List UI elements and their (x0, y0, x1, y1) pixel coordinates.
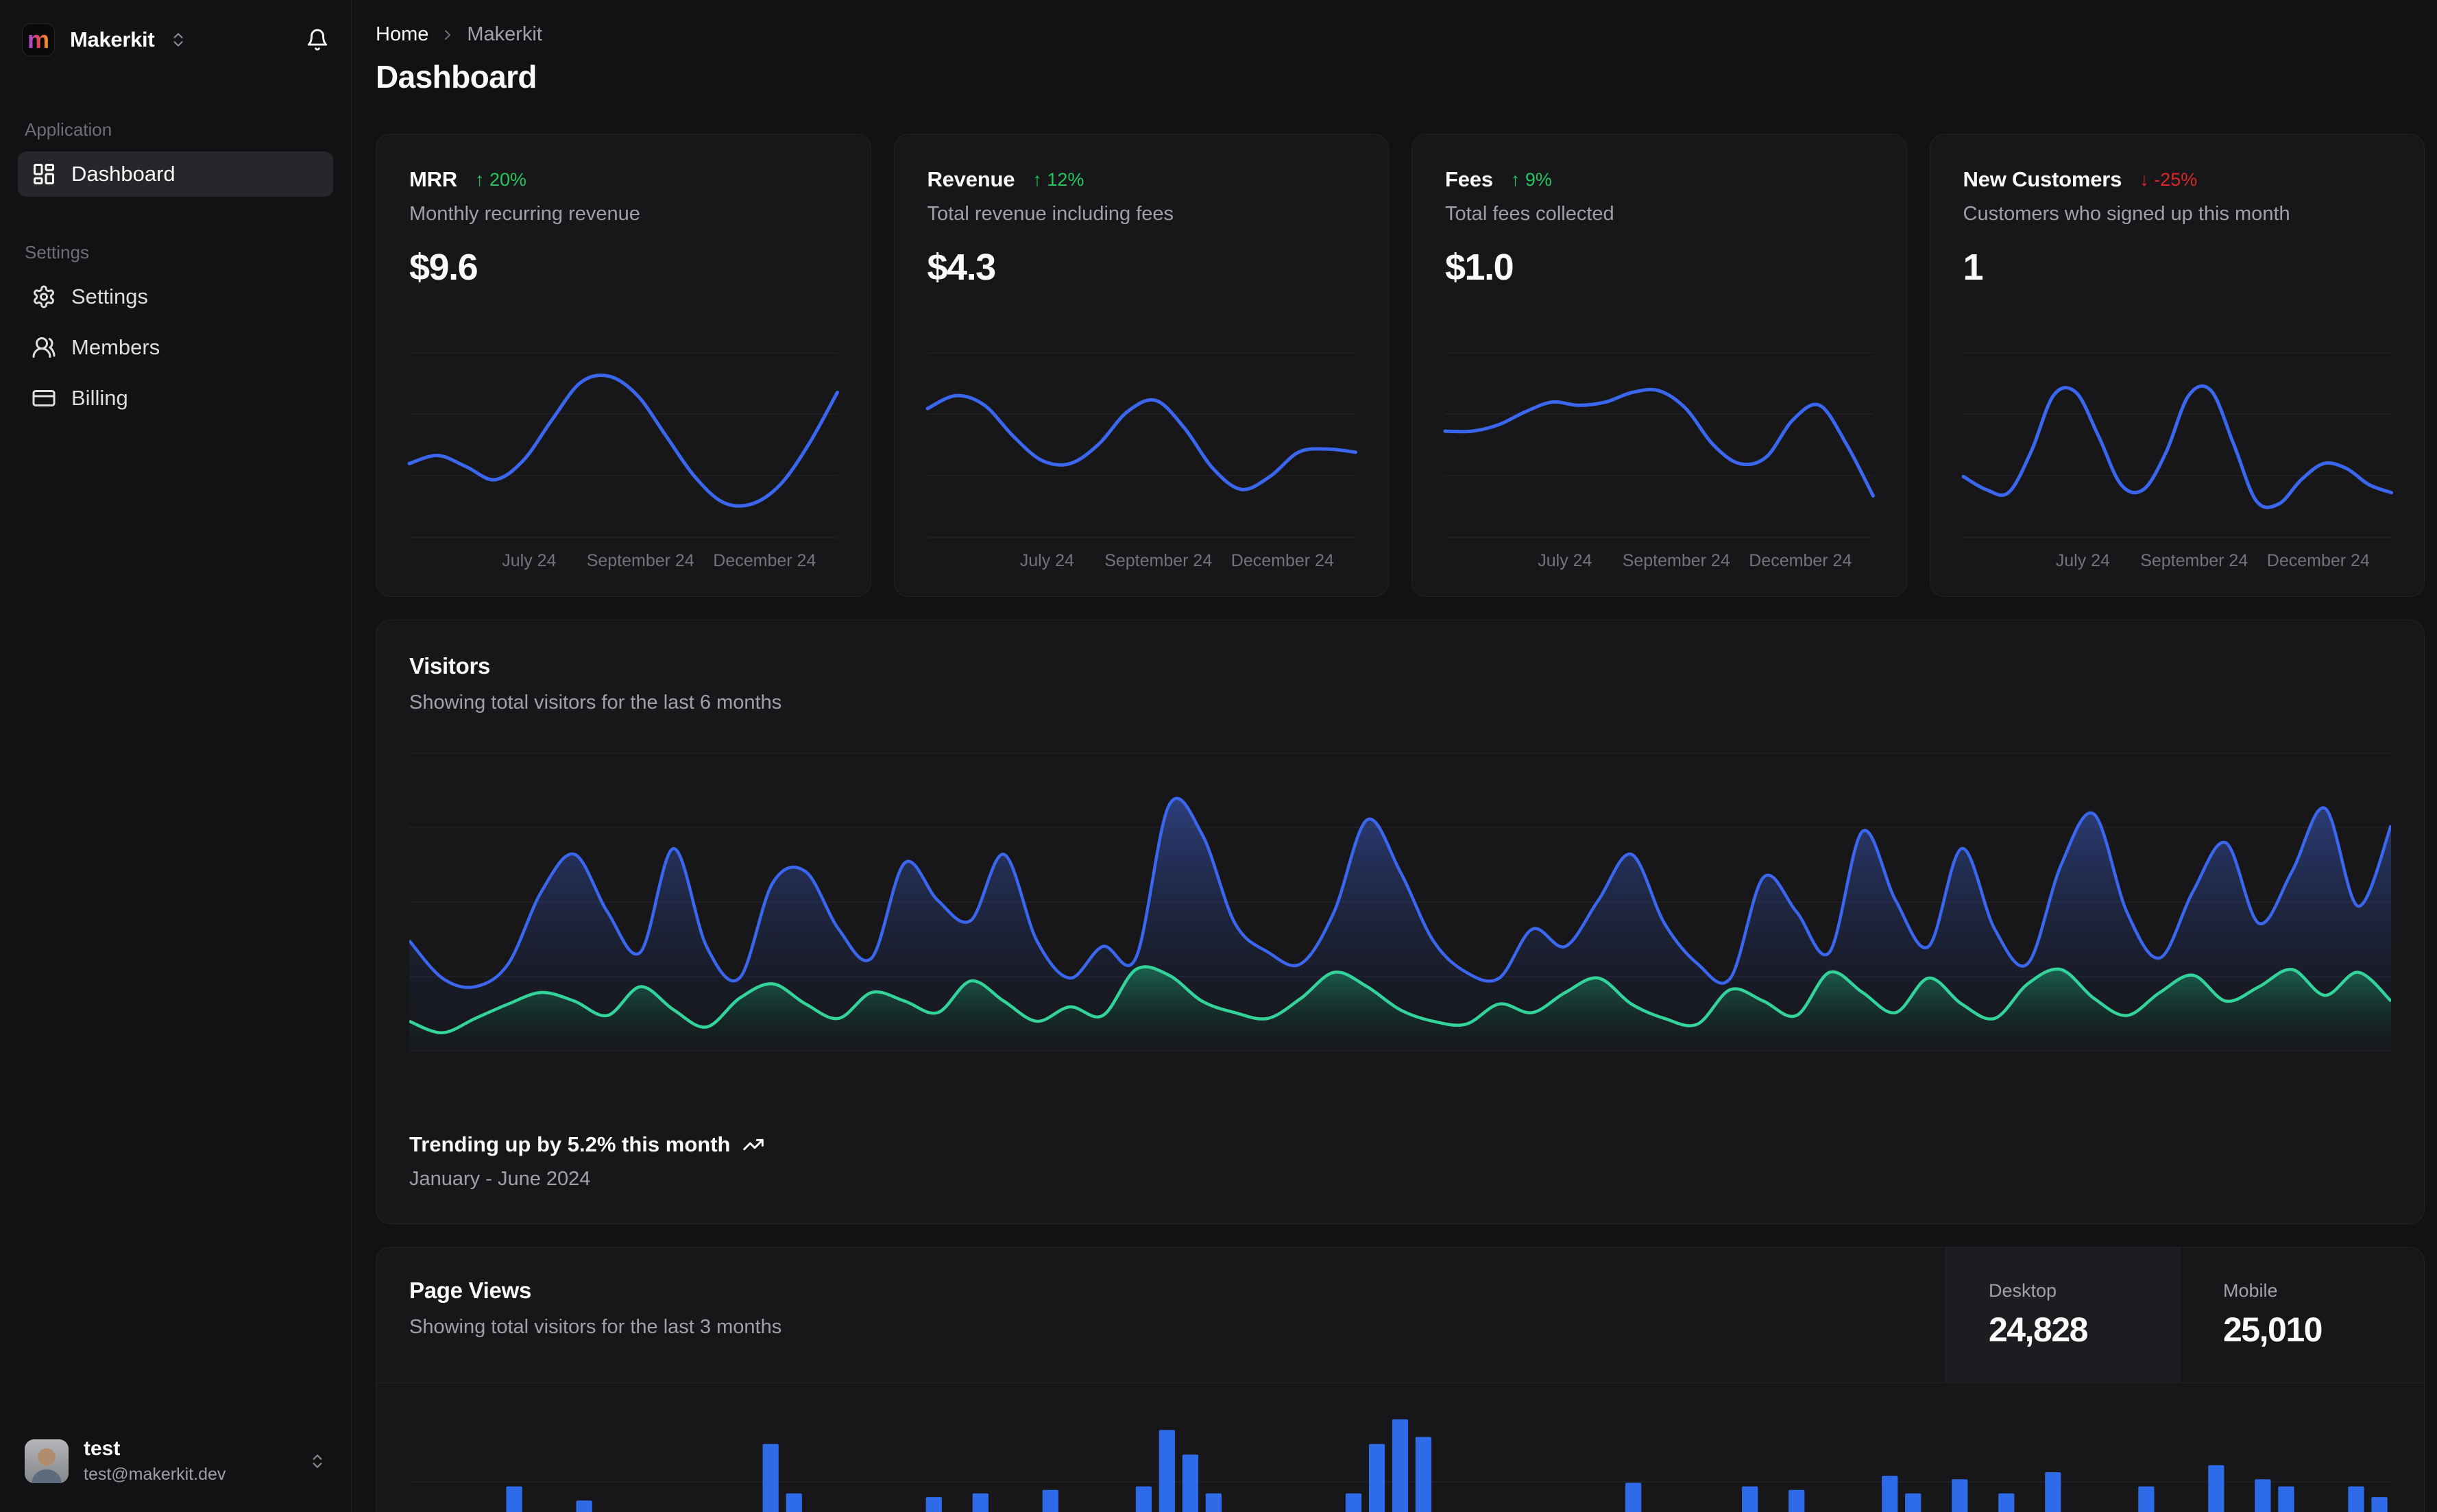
page-views-title: Page Views (409, 1278, 532, 1303)
card-description: Total fees collected (1445, 203, 1614, 225)
x-tick: December 24 (2266, 551, 2370, 570)
stat-card-fees: Fees ↑ 9% Total fees collected $1.0 July… (1411, 134, 1907, 597)
card-description: Customers who signed up this month (1963, 203, 2290, 225)
card-description: Total revenue including fees (927, 203, 1174, 225)
breadcrumb: Home Makerkit (376, 23, 2425, 46)
logo-letter: m (27, 25, 49, 53)
card-title: MRR (409, 167, 457, 191)
notifications-button[interactable] (306, 28, 329, 51)
card-title: Revenue (927, 167, 1015, 191)
trending-up-icon (743, 1138, 764, 1151)
x-tick: July 24 (502, 551, 557, 570)
visitors-area-chart (409, 753, 2391, 1051)
stat-card-new-customers: New Customers ↓ -25% Customers who signe… (1929, 134, 2425, 597)
gear-icon (33, 285, 55, 308)
breadcrumb-home[interactable]: Home (376, 23, 428, 46)
x-tick: December 24 (1749, 551, 1852, 570)
sidebar-section-settings: Settings (25, 242, 89, 263)
visitors-trend-text: Trending up by 5.2% this month (409, 1132, 731, 1156)
x-axis-labels: July 24 September 24 December 24 (1445, 551, 1874, 573)
card-value: $9.6 (409, 247, 478, 288)
x-tick: September 24 (1104, 551, 1213, 570)
x-tick: July 24 (1019, 551, 1074, 570)
x-axis-labels: July 24 September 24 December 24 (409, 551, 838, 573)
sidebar-item-label: Billing (71, 386, 128, 410)
sidebar-nav-settings: Settings Members Billing (18, 274, 333, 426)
user-meta: test test@makerkit.dev (84, 1437, 226, 1485)
dashboard-app: m Makerkit Application Dashboard Setting… (0, 0, 2437, 1512)
page-title: Dashboard (376, 59, 537, 95)
visitors-subtitle: Showing total visitors for the last 6 mo… (409, 692, 782, 714)
stat-card-revenue: Revenue ↑ 12% Total revenue including fe… (893, 134, 1389, 597)
x-tick: September 24 (2140, 551, 2248, 570)
mobile-label: Mobile (2223, 1280, 2278, 1301)
users-icon (32, 337, 56, 358)
sidebar-item-label: Settings (71, 284, 149, 308)
card-description: Monthly recurring revenue (409, 203, 640, 225)
team-switcher[interactable]: m Makerkit (22, 23, 187, 56)
sidebar: m Makerkit Application Dashboard Setting… (0, 0, 352, 1512)
visitors-title: Visitors (409, 653, 491, 679)
mobile-toggle[interactable]: Mobile 25,010 (2180, 1247, 2424, 1382)
app-name: Makerkit (70, 27, 155, 51)
breadcrumb-current[interactable]: Makerkit (467, 23, 542, 46)
sidebar-item-members[interactable]: Members (18, 325, 333, 370)
card-value: $1.0 (1445, 247, 1514, 288)
x-tick: September 24 (586, 551, 694, 570)
sidebar-item-label: Members (71, 335, 160, 359)
desktop-label: Desktop (1989, 1280, 2057, 1301)
user-name: test (84, 1437, 121, 1460)
sidebar-item-dashboard[interactable]: Dashboard (18, 151, 333, 197)
trend-badge: ↑ 9% (1510, 169, 1552, 190)
mobile-value: 25,010 (2223, 1310, 2323, 1349)
page-views-header: Page Views Showing total visitors for th… (376, 1247, 2424, 1383)
avatar (25, 1439, 69, 1483)
dashboard-icon (34, 164, 54, 184)
page-views-subtitle: Showing total visitors for the last 3 mo… (409, 1316, 782, 1338)
x-tick: December 24 (713, 551, 816, 570)
chevron-right-icon (445, 29, 451, 40)
makerkit-logo: m (22, 23, 55, 56)
page-views-bar-chart (409, 1419, 2391, 1512)
x-tick: July 24 (2055, 551, 2110, 570)
card-value: 1 (1963, 247, 1984, 288)
chevrons-up-down-icon (313, 1454, 322, 1468)
stat-card-mrr: MRR ↑ 20% Monthly recurring revenue $9.6… (376, 134, 871, 597)
card-title: New Customers (1963, 167, 2122, 191)
visitors-date-range: January - June 2024 (409, 1168, 591, 1190)
fees-sparkline-chart (1445, 352, 1874, 540)
main-content: Home Makerkit Dashboard MRR ↑ 20% Monthl… (352, 0, 2437, 1512)
x-tick: September 24 (1622, 551, 1730, 570)
sidebar-item-label: Dashboard (71, 162, 175, 186)
visitors-footer: Trending up by 5.2% this month January -… (409, 1132, 2391, 1191)
x-tick: December 24 (1230, 551, 1334, 570)
user-menu[interactable]: test test@makerkit.dev (18, 1433, 333, 1489)
x-tick: July 24 (1538, 551, 1592, 570)
sidebar-nav-application: Dashboard (18, 151, 333, 202)
bell-icon (307, 29, 328, 51)
trend-badge: ↑ 20% (475, 169, 527, 190)
sidebar-item-settings[interactable]: Settings (18, 274, 333, 319)
sidebar-item-billing[interactable]: Billing (18, 376, 333, 421)
page-views-panel: Page Views Showing total visitors for th… (376, 1247, 2425, 1512)
x-axis-labels: July 24 September 24 December 24 (1963, 551, 2392, 573)
card-value: $4.3 (927, 247, 997, 288)
trend-badge: ↑ 12% (1032, 169, 1084, 190)
x-axis-labels: July 24 September 24 December 24 (927, 551, 1356, 573)
desktop-value: 24,828 (1989, 1310, 2088, 1349)
sidebar-section-application: Application (25, 119, 112, 140)
card-title: Fees (1445, 167, 1493, 191)
credit-card-icon (32, 390, 56, 406)
trend-badge: ↓ -25% (2139, 169, 2198, 190)
mrr-sparkline-chart (409, 352, 838, 540)
revenue-sparkline-chart (927, 352, 1356, 540)
sidebar-header: m Makerkit (18, 21, 333, 59)
chevrons-up-down-icon (173, 33, 183, 47)
visitors-panel: Visitors Showing total visitors for the … (376, 620, 2425, 1224)
new-customers-sparkline-chart (1963, 352, 2392, 540)
desktop-toggle[interactable]: Desktop 24,828 (1945, 1247, 2180, 1382)
user-email: test@makerkit.dev (84, 1465, 226, 1484)
stat-cards-row: MRR ↑ 20% Monthly recurring revenue $9.6… (376, 134, 2425, 597)
